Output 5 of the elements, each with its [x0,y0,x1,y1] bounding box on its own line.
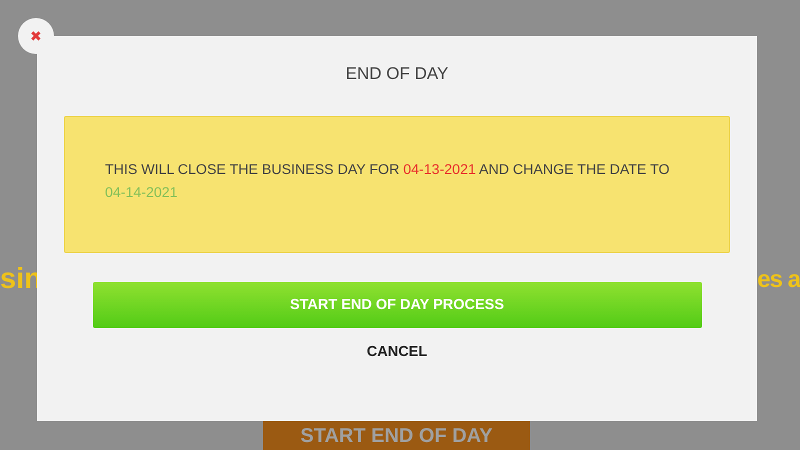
warning-message: THIS WILL CLOSE THE BUSINESS DAY FOR 04-13-2021 AND CHANGE THE DATE TO 04-14-2021 [105,161,671,204]
background-text: es a [757,265,800,295]
dialog-title: END OF DAY [346,64,448,84]
cancel-button[interactable]: CANCEL [358,338,436,368]
close-button[interactable]: ✖ [18,18,54,54]
